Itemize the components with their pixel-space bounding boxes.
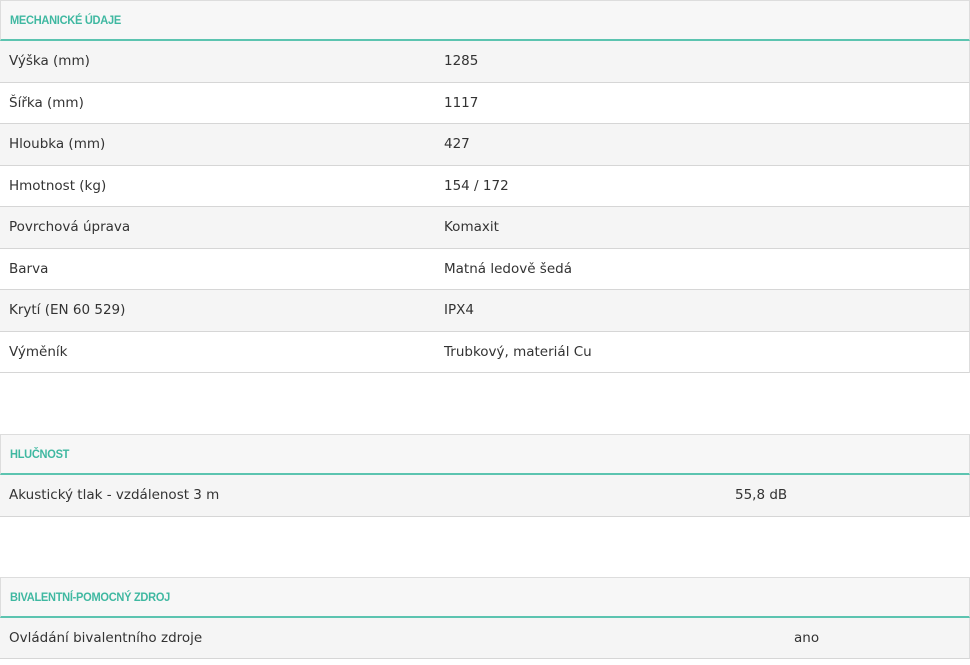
table-row: Krytí (EN 60 529) IPX4	[0, 290, 970, 332]
row-label: Ovládání bivalentního zdroje	[9, 629, 203, 646]
table-row: Šířka (mm) 1117	[0, 82, 970, 124]
row-value: Trubkový, materiál Cu	[444, 343, 592, 360]
table-row: Akustický tlak - vzdálenost 3 m 55,8 dB	[0, 475, 970, 517]
row-value: 1285	[444, 53, 479, 70]
row-label: Hmotnost (kg)	[9, 177, 107, 194]
section-header: MECHANICKÉ ÚDAJE	[0, 0, 970, 41]
section-title: MECHANICKÉ ÚDAJE	[10, 13, 121, 27]
row-label: Výška (mm)	[9, 53, 90, 70]
section-noise: HLUČNOST Akustický tlak - vzdálenost 3 m…	[0, 434, 970, 517]
row-value: Matná ledově šedá	[444, 260, 572, 277]
row-label: Šířka (mm)	[9, 94, 84, 111]
row-label: Výměník	[9, 343, 68, 360]
table-row: Výška (mm) 1285	[0, 41, 970, 83]
row-label: Akustický tlak - vzdálenost 3 m	[9, 487, 220, 504]
section-header: HLUČNOST	[0, 434, 970, 475]
row-label: Hloubka (mm)	[9, 136, 106, 153]
section-title: HLUČNOST	[10, 447, 70, 461]
table-row: Povrchová úprava Komaxit	[0, 207, 970, 249]
table-row: Hmotnost (kg) 154 / 172	[0, 165, 970, 207]
row-value: IPX4	[444, 302, 474, 319]
section-mechanical: MECHANICKÉ ÚDAJE Výška (mm) 1285 Šířka (…	[0, 0, 970, 373]
row-label: Krytí (EN 60 529)	[9, 302, 126, 319]
table-row: Ovládání bivalentního zdroje ano	[0, 617, 970, 659]
row-value: 427	[444, 136, 470, 153]
table-row: Hloubka (mm) 427	[0, 124, 970, 166]
row-value: 55,8 dB	[735, 487, 788, 504]
row-value: ano	[794, 629, 820, 646]
section-header: BIVALENTNÍ-POMOCNÝ ZDROJ	[0, 576, 970, 618]
row-value: Komaxit	[444, 219, 499, 236]
row-label: Povrchová úprava	[9, 219, 131, 236]
row-value: 154 / 172	[444, 177, 509, 194]
table-row: Barva Matná ledově šedá	[0, 248, 970, 290]
table-row: Výměník Trubkový, materiál Cu	[0, 331, 970, 373]
section-title: BIVALENTNÍ-POMOCNÝ ZDROJ	[10, 589, 171, 604]
section-bivalent: BIVALENTNÍ-POMOCNÝ ZDROJ Ovládání bivale…	[0, 576, 970, 659]
row-value: 1117	[444, 94, 479, 111]
row-label: Barva	[9, 260, 49, 277]
